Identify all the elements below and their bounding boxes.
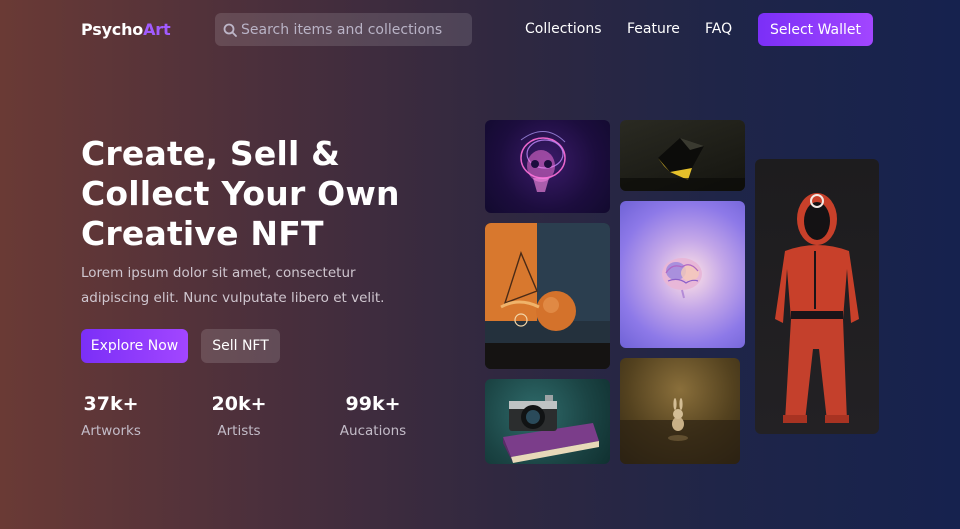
explore-now-button[interactable]: Explore Now [81,329,188,363]
stat-label: Aucations [339,423,407,439]
hero-title: Create, Sell & Collect Your Own Creative… [81,134,400,253]
stat-label: Artists [217,423,261,439]
stat-value: 37k+ [83,393,139,415]
hero-subtitle: Lorem ipsum dolor sit amet, consectetur … [81,265,385,306]
stat-value: 99k+ [345,393,401,415]
stat-value: 20k+ [211,393,267,415]
nav-link-faq[interactable]: FAQ [705,21,732,37]
golden-bunny-art[interactable] [620,358,740,464]
camera-on-book-art[interactable] [485,379,610,464]
orange-sphere-geometry-art[interactable] [485,223,610,369]
glowing-brain-art[interactable] [620,201,745,348]
sell-nft-button[interactable]: Sell NFT [201,329,280,363]
logo[interactable]: PsychoArt [81,20,171,39]
search-icon [223,23,237,37]
nav-link-collections[interactable]: Collections [525,21,602,37]
red-jumpsuit-figure-art[interactable] [755,159,879,434]
top-nav: PsychoArt Collections Feature FAQ Select… [0,0,960,60]
neon-skull-art[interactable] [485,120,610,213]
search-box[interactable] [215,13,472,46]
abstract-polyhedron-art[interactable] [620,120,745,191]
search-input[interactable] [241,13,466,46]
stat-artworks: 37k+ Artworks [61,393,161,439]
stat-artists: 20k+ Artists [189,393,289,439]
select-wallet-button[interactable]: Select Wallet [758,13,873,46]
stat-label: Artworks [81,423,141,439]
stat-auctions: 99k+ Aucations [323,393,423,439]
nav-link-feature[interactable]: Feature [627,21,680,37]
